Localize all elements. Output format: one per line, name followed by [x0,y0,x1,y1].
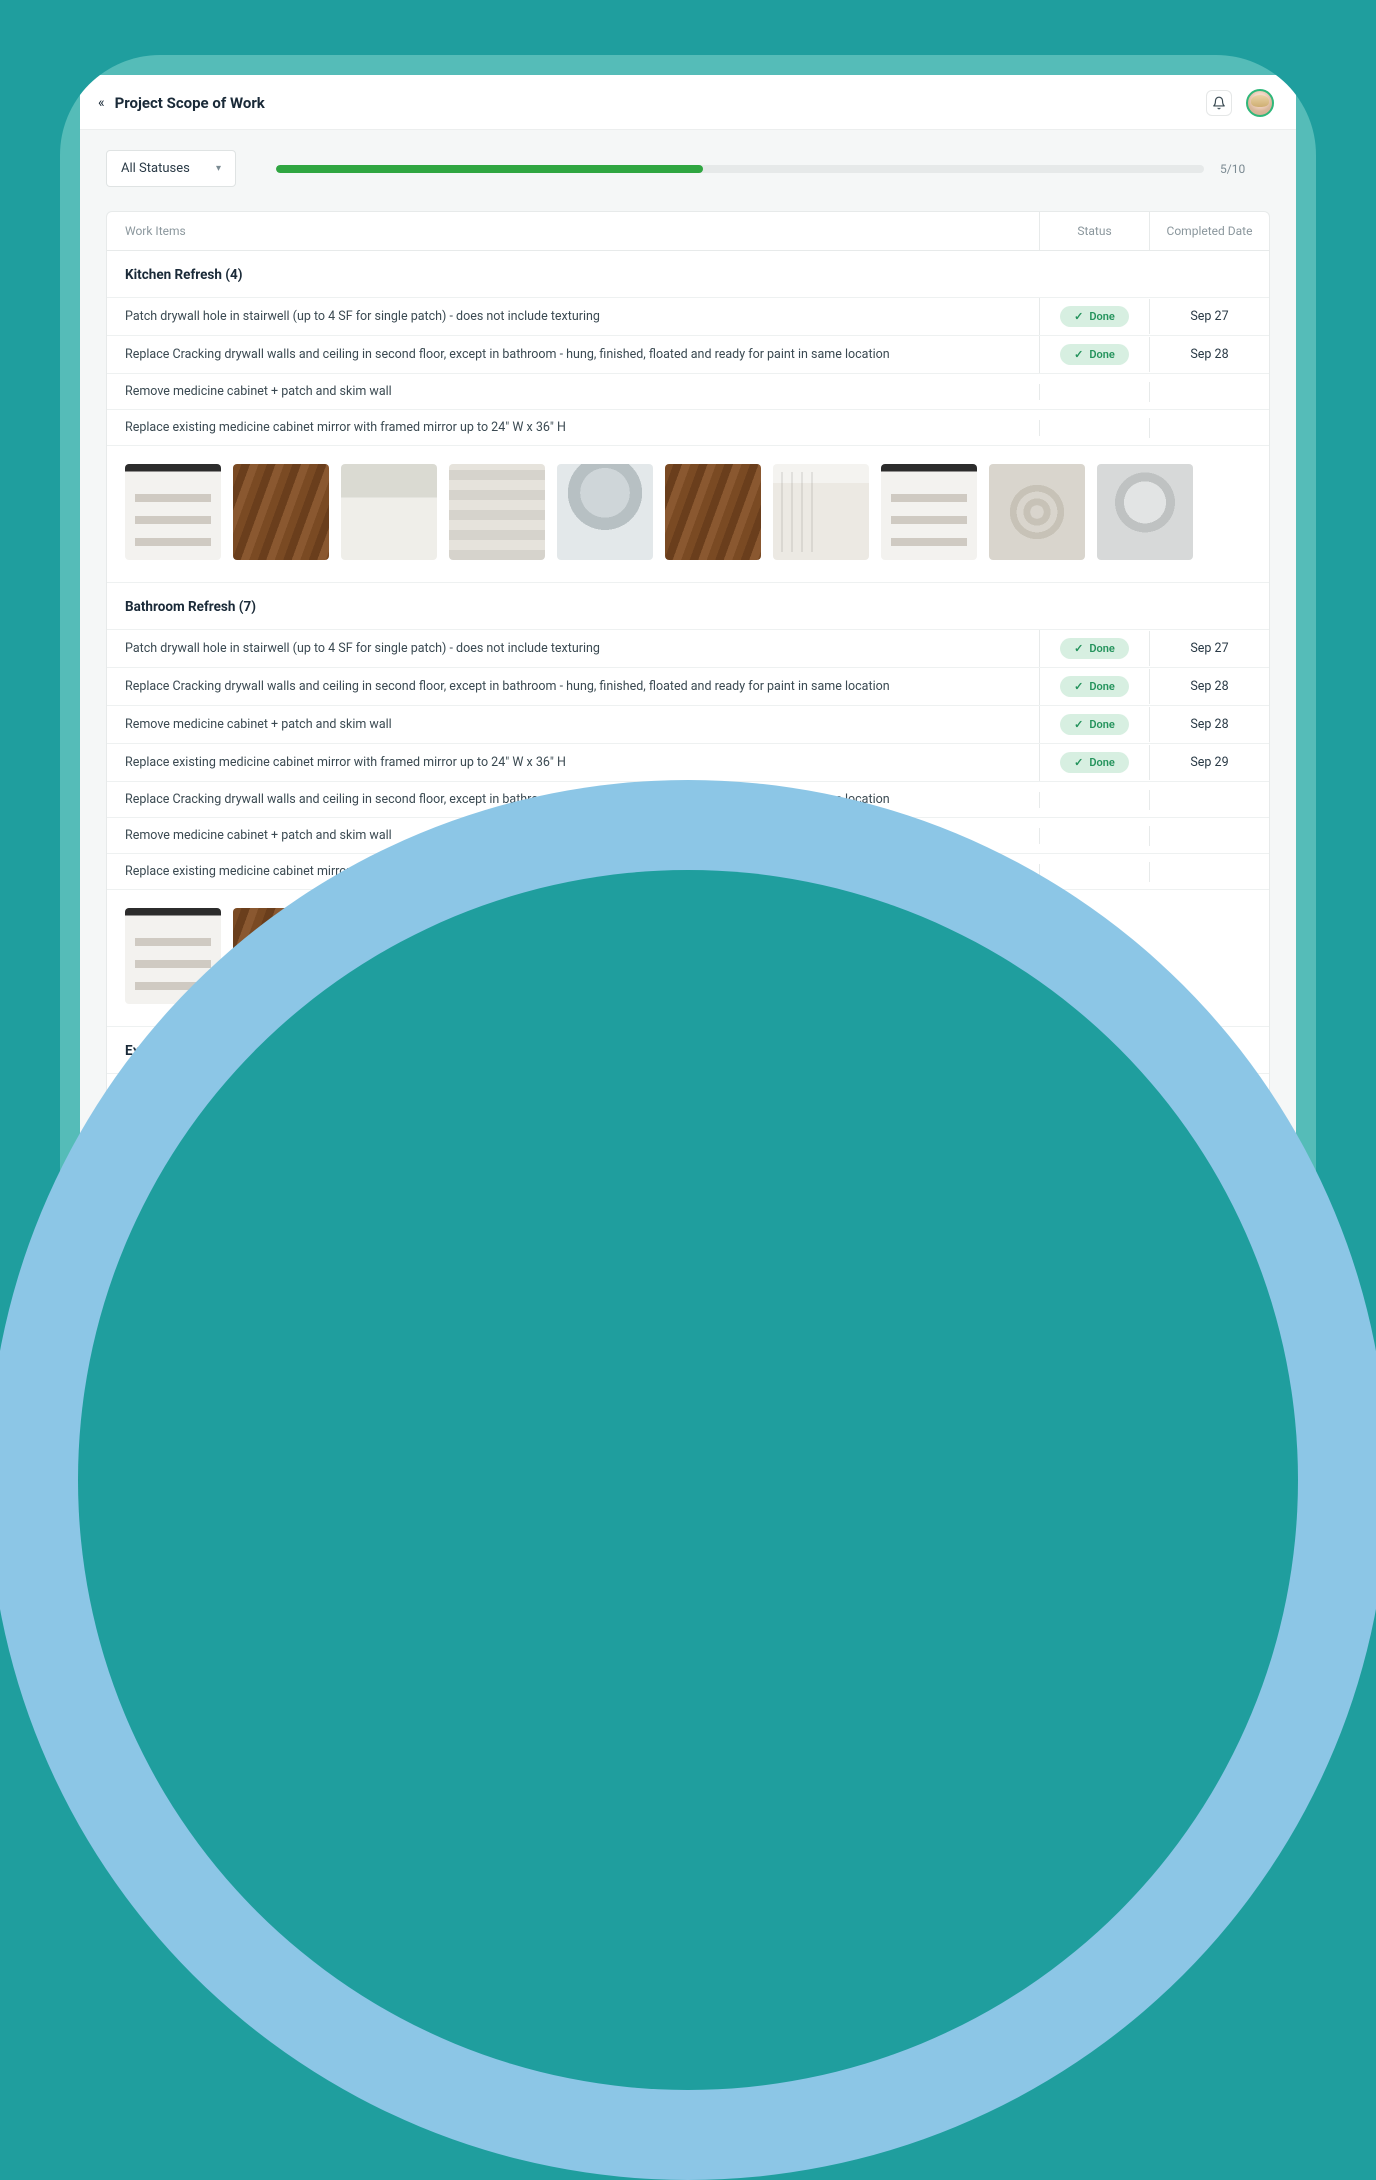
status-badge-done: ✓ Done [1060,714,1129,735]
work-item-text: Replace existing medicine cabinet mirror… [107,410,1039,445]
status-badge-label: Done [1089,310,1114,323]
check-icon: ✓ [1074,680,1083,693]
thumbnail[interactable] [449,464,545,560]
section-title: Bathroom Refresh (7) [107,583,1269,630]
app-header: « Project Scope of Work [80,75,1296,130]
work-item-status: ✓ Done [1039,630,1149,667]
work-item-date [1149,382,1269,402]
thumbnail[interactable] [1097,464,1193,560]
work-item-date [1149,862,1269,882]
section-title: Kitchen Refresh (4) [107,251,1269,298]
work-item-date: Sep 29 [1149,745,1269,780]
work-item-date: Sep 27 [1149,631,1269,666]
work-item-status: ✓ Done [1039,336,1149,373]
check-icon: ✓ [1074,642,1083,655]
progress-fill [276,165,703,173]
work-item-date: Sep 28 [1149,669,1269,704]
page-title: Project Scope of Work [115,94,265,112]
status-badge-label: Done [1089,718,1114,731]
decorative-arc-teal [78,870,1298,2090]
status-badge-label: Done [1089,348,1114,361]
work-item-status: ✓ Done [1039,706,1149,743]
chevron-down-icon: ▾ [216,163,221,174]
work-item-text: Remove medicine cabinet + patch and skim… [107,707,1039,742]
thumbnail[interactable] [341,464,437,560]
thumbnail-strip [107,446,1269,583]
column-header-work: Work Items [107,212,1039,250]
status-badge-done: ✓ Done [1060,638,1129,659]
work-item-status [1039,864,1149,880]
check-icon: ✓ [1074,756,1083,769]
work-item-text: Patch drywall hole in stairwell (up to 4… [107,299,1039,334]
work-item-text: Remove medicine cabinet + patch and skim… [107,374,1039,409]
user-avatar[interactable] [1246,89,1274,117]
status-badge-done: ✓ Done [1060,344,1129,365]
work-item-status [1039,420,1149,436]
work-item-text: Replace Cracking drywall walls and ceili… [107,669,1039,704]
table-row[interactable]: Replace existing medicine cabinet mirror… [107,744,1269,782]
thumbnail[interactable] [125,464,221,560]
work-item-status [1039,792,1149,808]
bell-icon [1212,96,1226,110]
table-row[interactable]: Patch drywall hole in stairwell (up to 4… [107,298,1269,336]
work-item-status [1039,828,1149,844]
column-header-date: Completed Date [1149,212,1269,250]
status-badge-label: Done [1089,642,1114,655]
header-left: « Project Scope of Work [98,94,265,112]
thumbnail[interactable] [881,464,977,560]
column-header-status: Status [1039,212,1149,250]
thumbnail[interactable] [233,464,329,560]
filter-row: All Statuses ▾ 5/10 [106,150,1270,187]
work-item-status: ✓ Done [1039,744,1149,781]
thumbnail[interactable] [773,464,869,560]
thumbnail[interactable] [989,464,1085,560]
progress-label: 5/10 [1220,162,1270,176]
work-item-date [1149,418,1269,438]
table-header: Work Items Status Completed Date [107,212,1269,251]
work-item-text: Replace Cracking drywall walls and ceili… [107,337,1039,372]
work-item-date: Sep 28 [1149,337,1269,372]
progress-wrap: 5/10 [276,162,1270,176]
status-filter-select[interactable]: All Statuses ▾ [106,150,236,187]
work-item-date [1149,826,1269,846]
table-row[interactable]: Patch drywall hole in stairwell (up to 4… [107,630,1269,668]
thumbnail[interactable] [665,464,761,560]
work-item-date: Sep 28 [1149,707,1269,742]
status-badge-done: ✓ Done [1060,306,1129,327]
status-badge-done: ✓ Done [1060,676,1129,697]
work-item-text: Patch drywall hole in stairwell (up to 4… [107,631,1039,666]
work-item-date [1149,790,1269,810]
work-item-status: ✓ Done [1039,668,1149,705]
page-background: « Project Scope of Work Al [0,0,1376,1376]
notifications-button[interactable] [1206,90,1232,116]
status-badge-label: Done [1089,756,1114,769]
header-right [1206,89,1274,117]
back-chevrons-icon[interactable]: « [98,95,105,111]
table-row[interactable]: Replace Cracking drywall walls and ceili… [107,336,1269,374]
work-item-date: Sep 27 [1149,299,1269,334]
table-row[interactable]: Replace existing medicine cabinet mirror… [107,410,1269,446]
status-filter-label: All Statuses [121,161,190,176]
status-badge-done: ✓ Done [1060,752,1129,773]
check-icon: ✓ [1074,348,1083,361]
table-row[interactable]: Remove medicine cabinet + patch and skim… [107,706,1269,744]
work-item-status [1039,384,1149,400]
work-item-text: Replace existing medicine cabinet mirror… [107,745,1039,780]
status-badge-label: Done [1089,680,1114,693]
table-row[interactable]: Remove medicine cabinet + patch and skim… [107,374,1269,410]
thumbnail[interactable] [557,464,653,560]
check-icon: ✓ [1074,718,1083,731]
check-icon: ✓ [1074,310,1083,323]
work-item-status: ✓ Done [1039,298,1149,335]
table-row[interactable]: Replace Cracking drywall walls and ceili… [107,668,1269,706]
progress-bar [276,165,1204,173]
